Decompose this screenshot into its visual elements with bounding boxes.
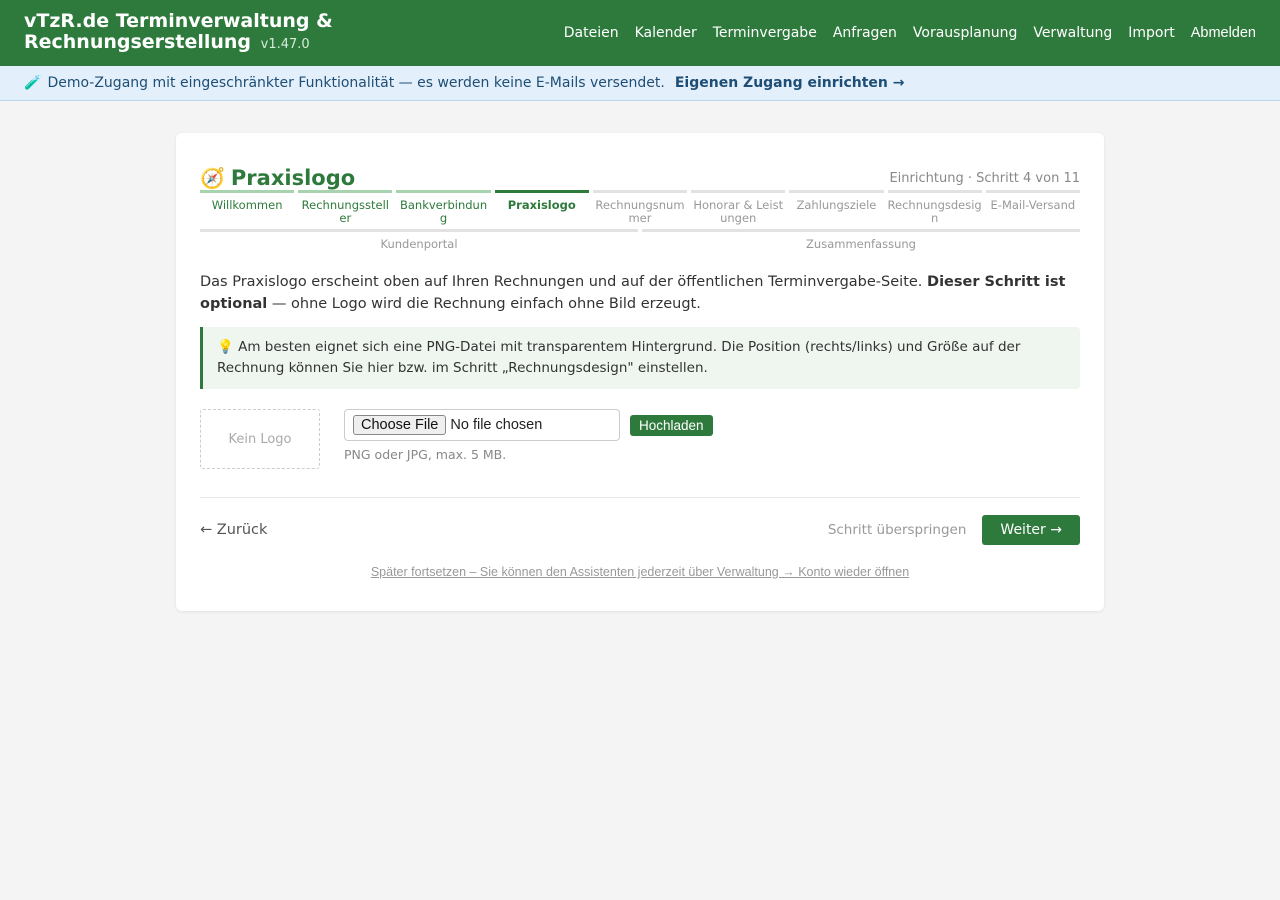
wizard-header: 🧭 Praxislogo Einrichtung · Schritt 4 von… [200,157,1080,190]
step-label: Honorar & Leistungen [693,198,784,225]
step-label: Bankverbindung [399,198,488,225]
step-label: Zahlungsziele [796,198,877,212]
wizard-step: Rechnungsdesign [887,190,982,225]
hint-box: 💡 Am besten eignet sich eine PNG-Datei m… [200,327,1080,389]
wizard-step[interactable]: Willkommen [200,190,295,225]
logo-preview: Kein Logo [200,409,320,469]
wizard-step: Zahlungsziele [789,190,884,225]
step-label: Rechnungsdesign [887,198,982,225]
wizard-step[interactable]: Bankverbindung [396,190,491,225]
logo-upload-section: Kein Logo Choose File No file chosen Hoc… [200,409,1080,469]
demo-notice-text: Demo-Zugang mit eingeschränkter Funktion… [47,75,665,91]
step-label: Rechnungsnummer [595,198,685,225]
intro-main: Das Praxislogo erscheint oben auf Ihren … [200,274,928,290]
step-label: Kundenportal [380,237,458,251]
file-help-text: PNG oder JPG, max. 5 MB. [344,447,507,462]
continue-later-link[interactable]: Später fortsetzen – Sie können den Assis… [200,565,1080,579]
step-label: Praxislogo [507,198,576,212]
compass-icon: 🧭 [200,166,225,190]
nav-kalender[interactable]: Kalender [635,25,697,41]
wizard-step: Rechnungsnummer [592,190,688,225]
back-button[interactable]: ← Zurück [200,522,267,538]
step-label: Willkommen [211,198,283,212]
nav-dateien[interactable]: Dateien [564,25,619,41]
flask-icon: 🧪 [24,75,42,91]
app-title-line2: Rechnungserstellung [24,31,252,53]
nav-terminvergabe[interactable]: Terminvergabe [713,25,817,41]
intro-text: Das Praxislogo erscheint oben auf Ihren … [200,271,1080,315]
logout-button[interactable]: Abmelden [1191,25,1256,41]
main-nav: Dateien Kalender Terminvergabe Anfragen … [548,25,1256,41]
choose-file-button[interactable]: Choose File [353,415,447,435]
upload-button[interactable]: Hochladen [630,414,713,436]
step-counter: Einrichtung · Schritt 4 von 11 [889,171,1080,186]
file-input[interactable]: Choose File No file chosen [344,409,620,441]
step-label: Zusammenfassung [806,237,916,251]
step-label: E-Mail-Versand [990,198,1076,212]
skip-step-button[interactable]: Schritt überspringen [828,522,967,538]
wizard-step: Zusammenfassung [642,229,1080,251]
app-version: v1.47.0 [260,37,310,52]
wizard-step: E-Mail-Versand [985,190,1080,225]
app-brand[interactable]: vTzR.de Terminverwaltung & Rechnungserst… [24,11,333,55]
lightbulb-icon: 💡 [217,339,234,355]
intro-rest: — ohne Logo wird die Rechnung einfach oh… [267,296,701,312]
logo-placeholder: Kein Logo [228,431,292,447]
page-title: 🧭 Praxislogo [200,166,355,190]
nav-import[interactable]: Import [1128,25,1174,41]
wizard-footer: ← Zurück Schritt überspringen Weiter → [200,515,1080,545]
wizard-step[interactable]: Rechnungssteller [298,190,393,225]
wizard-actions: Schritt überspringen Weiter → [828,515,1080,545]
wizard-card: 🧭 Praxislogo Einrichtung · Schritt 4 von… [176,133,1104,611]
nav-anfragen[interactable]: Anfragen [833,25,897,41]
next-button[interactable]: Weiter → [982,515,1080,545]
hint-text: Am besten eignet sich eine PNG-Datei mit… [217,339,1021,376]
page-title-text: Praxislogo [230,166,356,190]
demo-notice-bar: 🧪 Demo-Zugang mit eingeschränkter Funkti… [0,66,1280,101]
step-label: Rechnungssteller [301,198,389,225]
divider [200,497,1080,498]
no-file-label: No file chosen [450,417,543,433]
wizard-step: Honorar & Leistungen [691,190,786,225]
nav-verwaltung[interactable]: Verwaltung [1033,25,1112,41]
wizard-step: Kundenportal [200,229,638,251]
file-line: Choose File No file chosen Hochladen [344,409,713,441]
create-account-link[interactable]: Eigenen Zugang einrichten → [675,75,905,91]
top-navigation-bar: vTzR.de Terminverwaltung & Rechnungserst… [0,0,1280,66]
upload-controls: Choose File No file chosen Hochladen PNG… [344,409,713,469]
nav-vorausplanung[interactable]: Vorausplanung [913,25,1017,41]
wizard-steps-row-1: Willkommen Rechnungssteller Bankverbindung… [200,190,1080,225]
app-title-line1: vTzR.de Terminverwaltung & [24,10,333,32]
wizard-step: Praxislogo [494,190,589,225]
wizard-steps-row-2: Kundenportal Zusammenfassung [200,229,1080,251]
